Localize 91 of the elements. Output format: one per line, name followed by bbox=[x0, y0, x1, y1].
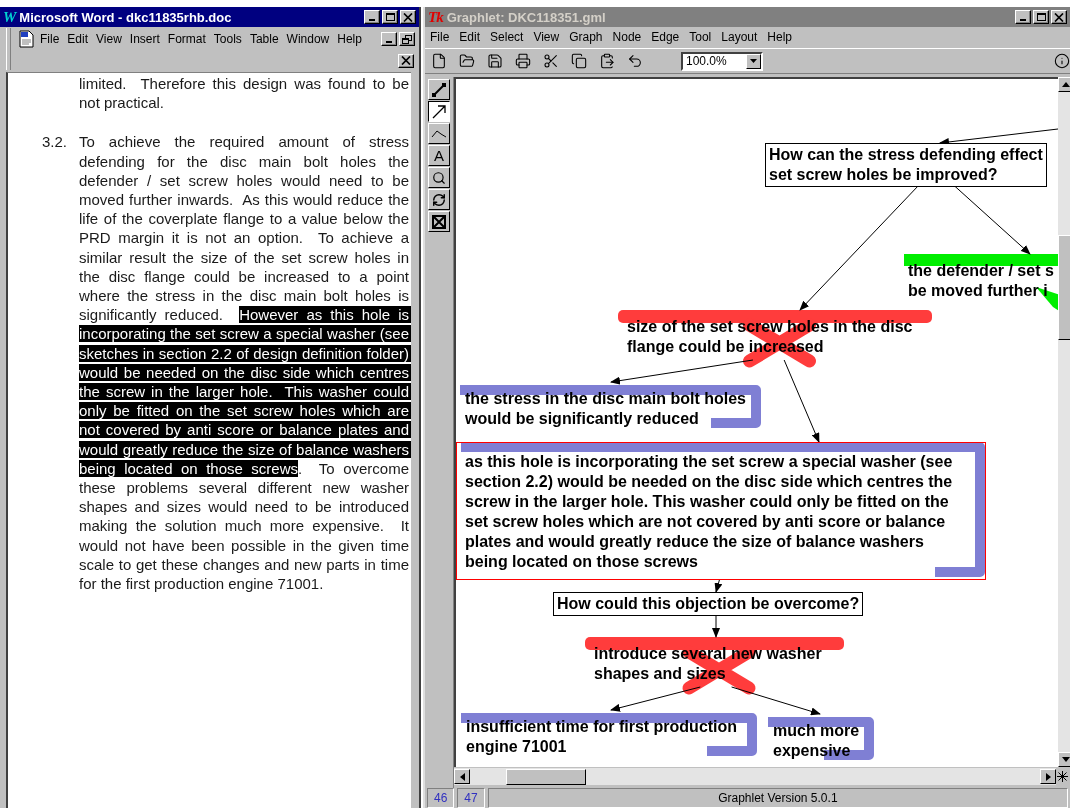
menu-item[interactable]: Edit bbox=[64, 32, 92, 46]
open-folder-icon[interactable] bbox=[459, 53, 475, 69]
resize-icon bbox=[431, 81, 447, 98]
node-text: the stress in the disc main bolt holes would be significantly reduced bbox=[465, 389, 746, 429]
app-logo: W bbox=[3, 9, 16, 25]
window-title: Microsoft Word - dkc11835rhb.doc bbox=[19, 9, 233, 25]
printer-icon[interactable] bbox=[515, 53, 531, 69]
tool-button[interactable] bbox=[428, 101, 450, 122]
fit-icon bbox=[432, 214, 446, 229]
close-button[interactable] bbox=[1051, 10, 1067, 24]
info-icon[interactable] bbox=[1054, 53, 1070, 69]
scroll-left-button[interactable] bbox=[454, 769, 470, 784]
node-text: much more expensive bbox=[773, 721, 860, 761]
minimize-button[interactable] bbox=[381, 32, 397, 46]
new-file-icon[interactable] bbox=[431, 53, 447, 69]
restore-button[interactable] bbox=[399, 32, 415, 46]
question-node: How can the stress defending effect set screw holes be improved? bbox=[765, 143, 1047, 187]
maximize-button[interactable] bbox=[382, 10, 398, 24]
menu-item[interactable]: File bbox=[37, 32, 63, 46]
app-logo: Tk bbox=[428, 9, 443, 25]
restore-icon bbox=[402, 34, 412, 44]
maximize-button[interactable] bbox=[1033, 10, 1049, 24]
menu-item[interactable]: Help bbox=[334, 32, 365, 46]
minimize-icon bbox=[369, 19, 375, 21]
node-text: insufficient time for first production engine 71001 bbox=[466, 717, 738, 757]
asterisk-icon bbox=[1056, 771, 1068, 782]
node-text: as this hole is incorporating the set screw a special washer (see section 2.2) would be needed on the disc side which centres the screw in the larger hole. This washer could only be fitted on the set screw holes which are not covered by anti score or balance plates and would greatly reduce the size of balance washers being located on those screws bbox=[456, 442, 986, 580]
close-icon bbox=[1054, 12, 1064, 22]
maximize-icon bbox=[385, 13, 395, 21]
caret-up-icon bbox=[1062, 82, 1070, 87]
menu-item[interactable]: Help bbox=[764, 30, 795, 44]
close-icon bbox=[403, 12, 413, 22]
rotate-icon bbox=[432, 192, 446, 207]
status-cell: 47 bbox=[457, 788, 485, 808]
menu-item[interactable]: Edge bbox=[648, 30, 683, 44]
connector-arrow bbox=[712, 614, 720, 638]
minimize-icon bbox=[1020, 19, 1026, 21]
save-icon[interactable] bbox=[487, 53, 503, 69]
horizontal-scrollbar[interactable] bbox=[454, 768, 1056, 785]
caret-right-icon bbox=[1045, 772, 1051, 781]
maximize-icon bbox=[1036, 13, 1046, 21]
magnifier-icon bbox=[432, 170, 446, 185]
minimize-button[interactable] bbox=[364, 10, 380, 24]
vertical-scrollbar[interactable] bbox=[1058, 77, 1070, 767]
undo-icon[interactable] bbox=[627, 53, 643, 69]
minimize-button[interactable] bbox=[1015, 10, 1031, 24]
menu-item[interactable]: Graph bbox=[566, 30, 606, 44]
node-text: the defender / set s be moved further i bbox=[908, 261, 1054, 301]
version-label: Graphlet Version 5.0.1 bbox=[487, 788, 1068, 808]
tool-button[interactable]: A bbox=[428, 145, 450, 166]
status-cell: 46 bbox=[427, 788, 455, 808]
close-button[interactable] bbox=[400, 10, 416, 24]
menu-item[interactable]: Select bbox=[487, 30, 527, 44]
curve-icon bbox=[431, 128, 447, 139]
menu-item[interactable]: View bbox=[530, 30, 563, 44]
menu-item[interactable]: File bbox=[427, 30, 453, 44]
menu-item[interactable]: Layout bbox=[718, 30, 761, 44]
menu-item[interactable]: Window bbox=[283, 32, 333, 46]
caret-down-icon bbox=[1062, 757, 1070, 762]
window-title: Graphlet: DKC118351.gml bbox=[446, 9, 607, 25]
paste-icon[interactable] bbox=[599, 53, 615, 69]
scroll-thumb[interactable] bbox=[506, 768, 586, 785]
menu-item[interactable]: Insert bbox=[126, 32, 163, 46]
caret-down-icon bbox=[750, 59, 757, 63]
caret-left-icon bbox=[459, 772, 465, 781]
menu-item[interactable]: Format bbox=[164, 32, 209, 46]
close-button[interactable] bbox=[398, 53, 414, 68]
menu-item[interactable]: Node bbox=[609, 30, 645, 44]
toolbar-grip bbox=[6, 28, 11, 70]
question-node: How could this objection be overcome? bbox=[553, 592, 864, 616]
scroll-up-button[interactable] bbox=[1058, 77, 1070, 92]
menu-item[interactable]: Tool bbox=[686, 30, 715, 44]
paragraph-text: To achieve the required amount of stress defending for the disc main bolt holes the defender / set screw holes would need to be moved further inwards. As this would reduce the life of the coverplate flange to a value below the PRD margin it is not an option. To achieve a similar result the size of the set screw holes in the disc flange could be increased to a point where the stress in the disc main bolt holes is significantly reduced. However as this hole is incorporating the set screw a special washer (see sketches in section 2.2 of design definition folder) would be needed on the disc side which centres the screw in the larger hole. This washer could only be fitted on the set screw holes which are not covered by anti score or balance plates and would greatly reduce the size of balance washers being located on those screws. To overcome these problems several different new washer shapes and sizes would need to be introduced making the solution much more expensive. It would not have been possible in the given time scale to get these changes and new parts in time for the first production engine 71001. bbox=[79, 132, 409, 594]
menu-item[interactable]: View bbox=[93, 32, 125, 46]
dropdown-button[interactable] bbox=[746, 53, 761, 69]
copy-icon[interactable] bbox=[571, 53, 587, 69]
zoom-dropdown[interactable]: 100.0% bbox=[681, 51, 763, 71]
close-icon bbox=[401, 56, 411, 65]
menu-item[interactable]: Tools bbox=[210, 32, 245, 46]
paragraph-number: 3.2. bbox=[42, 132, 69, 153]
scroll-right-button[interactable] bbox=[1040, 769, 1056, 784]
paragraph-text: limited. Therefore this design was found to be not practical. bbox=[79, 74, 409, 113]
minimize-icon bbox=[386, 41, 392, 43]
menu-item[interactable]: Table bbox=[246, 32, 282, 46]
arrow-icon bbox=[431, 103, 447, 120]
connector-arrow bbox=[714, 579, 723, 593]
scroll-thumb[interactable] bbox=[1058, 235, 1070, 340]
cut-icon[interactable] bbox=[543, 53, 559, 69]
scroll-down-button[interactable] bbox=[1058, 752, 1070, 767]
document-icon bbox=[17, 30, 35, 48]
menu-item[interactable]: Edit bbox=[456, 30, 484, 44]
